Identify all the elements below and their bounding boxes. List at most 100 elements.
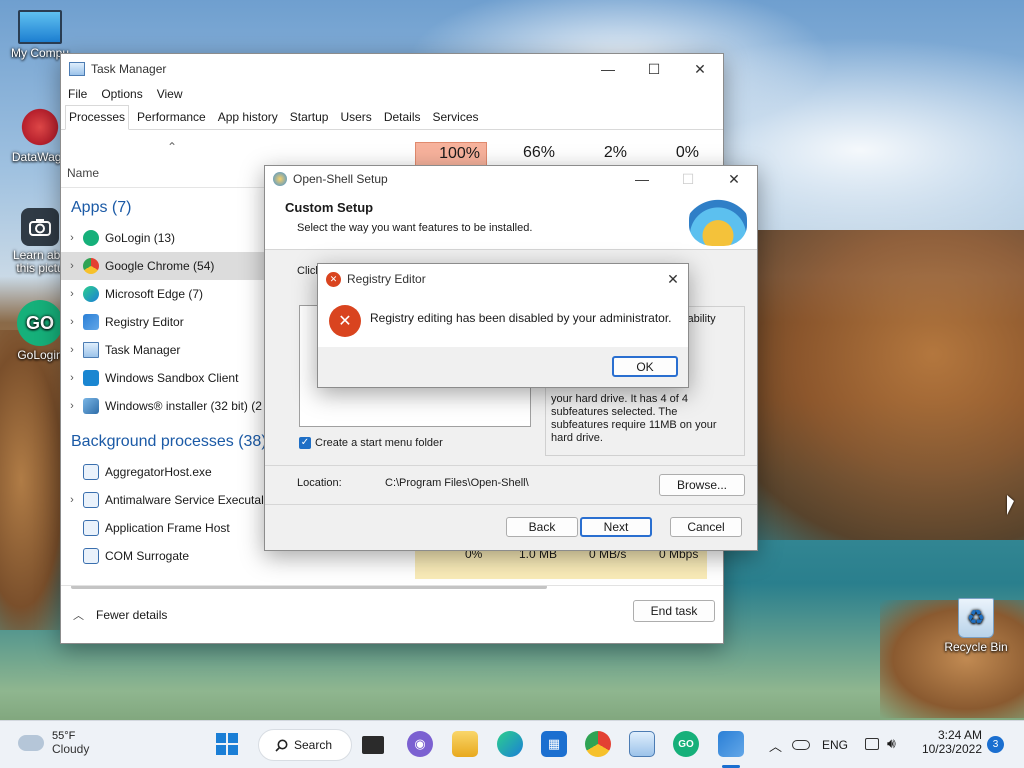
window-title: Task Manager	[91, 62, 167, 76]
expand-chevron-icon[interactable]: ›	[61, 316, 83, 328]
wallpaper-rocks	[720, 230, 1024, 540]
process-row-aggregatorhost[interactable]: AggregatorHost.exe	[61, 458, 271, 486]
registry-editor-icon[interactable]	[718, 731, 744, 757]
expand-chevron-icon[interactable]: ›	[61, 344, 83, 356]
disk-percent[interactable]: 2%	[561, 142, 633, 166]
dialog-message: Registry editing has been disabled by yo…	[370, 311, 672, 325]
camera-icon	[21, 208, 59, 246]
checkbox-checked-icon[interactable]: ✓	[299, 437, 311, 449]
process-row-edge[interactable]: › Microsoft Edge (7)	[61, 280, 271, 308]
tab-strip: Processes Performance App history Startu…	[61, 105, 723, 130]
column-name[interactable]: Name	[67, 166, 99, 180]
separator	[265, 504, 757, 505]
maximize-button[interactable]: ☐	[631, 54, 677, 84]
title-bar[interactable]: ✕ Registry Editor ✕	[318, 264, 688, 294]
sort-chevron-icon[interactable]: ⌃	[167, 140, 177, 154]
gologin-icon[interactable]: GO	[673, 731, 699, 757]
location-value: C:\Program Files\Open-Shell\	[385, 477, 529, 489]
weather-widget[interactable]: 55°F Cloudy	[18, 730, 89, 756]
process-row-task-manager[interactable]: › Task Manager	[61, 336, 271, 364]
datawagon-icon	[19, 106, 61, 148]
start-menu-checkbox[interactable]: ✓ Create a start menu folder	[299, 437, 443, 449]
location-label: Location:	[297, 477, 342, 489]
desktop-icon-recycle-bin[interactable]: ♻ Recycle Bin	[936, 598, 1016, 654]
expand-chevron-icon[interactable]: ›	[61, 372, 83, 384]
next-button[interactable]: Next	[580, 517, 652, 537]
expand-chevron-icon[interactable]: ›	[61, 232, 83, 244]
process-row-registry-editor[interactable]: › Registry Editor	[61, 308, 271, 336]
setup-heading: Custom Setup	[285, 200, 374, 215]
tab-performance[interactable]: Performance	[133, 105, 210, 129]
task-manager-icon	[83, 342, 99, 358]
process-name: Google Chrome (54)	[105, 259, 215, 273]
maximize-button[interactable]: ☐	[665, 166, 711, 192]
start-button[interactable]	[214, 731, 240, 757]
desktop-icon-label: Recycle Bin	[944, 640, 1008, 654]
clock[interactable]: 3:24 AM 10/23/2022	[918, 728, 982, 756]
gologin-icon: GO	[17, 300, 63, 346]
close-button[interactable]: ✕	[677, 54, 723, 84]
memory-percent[interactable]: 66%	[489, 142, 561, 166]
expand-chevron-icon[interactable]: ›	[61, 494, 83, 506]
chevron-up-icon[interactable]: ︿	[769, 736, 782, 755]
menu-file[interactable]: File	[68, 87, 87, 101]
tab-users[interactable]: Users	[336, 105, 375, 129]
error-icon: ✕	[329, 305, 361, 337]
tab-processes[interactable]: Processes	[65, 105, 130, 130]
language-indicator[interactable]: ENG	[822, 738, 848, 752]
file-explorer-icon[interactable]	[452, 731, 478, 757]
end-task-button[interactable]: End task	[633, 600, 715, 622]
menu-options[interactable]: Options	[101, 87, 142, 101]
close-button[interactable]: ✕	[658, 264, 688, 294]
search-icon	[275, 739, 288, 752]
menu-view[interactable]: View	[157, 87, 183, 101]
task-view-icon[interactable]	[362, 736, 384, 754]
process-row-gologin[interactable]: › GoLogin (13)	[61, 224, 271, 252]
fewer-details-link[interactable]: Fewer details	[96, 608, 167, 622]
microsoft-store-icon[interactable]: ▦	[541, 731, 567, 757]
tab-app-history[interactable]: App history	[214, 105, 282, 129]
close-button[interactable]: ✕	[711, 166, 757, 192]
expand-chevron-icon[interactable]: ›	[61, 288, 83, 300]
taskbar-search[interactable]: Search	[258, 729, 352, 761]
teams-chat-icon[interactable]: ◉	[407, 731, 433, 757]
checkbox-label: Create a start menu folder	[315, 437, 443, 449]
process-row-windows-installer[interactable]: › Windows® installer (32 bit) (2	[61, 392, 271, 420]
expand-chevron-icon[interactable]: ›	[61, 260, 83, 272]
back-button[interactable]: Back	[506, 517, 578, 537]
title-bar[interactable]: Open-Shell Setup — ☐ ✕	[265, 166, 757, 192]
task-manager-icon[interactable]	[629, 731, 655, 757]
process-name: COM Surrogate	[105, 549, 190, 563]
chrome-icon[interactable]	[585, 731, 611, 757]
feature-description: your hard drive. It has 4 of 4 subfeatur…	[551, 393, 717, 444]
tab-details[interactable]: Details	[380, 105, 425, 129]
expand-chevron-icon[interactable]: ›	[61, 400, 83, 412]
registry-editor-icon	[83, 314, 99, 330]
browse-button[interactable]: Browse...	[659, 474, 745, 496]
registry-editor-dialog[interactable]: ✕ Registry Editor ✕ ✕ Registry editing h…	[317, 263, 689, 388]
tab-startup[interactable]: Startup	[286, 105, 333, 129]
onedrive-cloud-icon[interactable]	[792, 740, 810, 750]
tab-services[interactable]: Services	[429, 105, 483, 129]
notification-badge[interactable]: 3	[987, 736, 1004, 753]
edge-icon[interactable]	[497, 731, 523, 757]
cancel-button[interactable]: Cancel	[670, 517, 742, 537]
cpu-percent[interactable]: 100%	[415, 142, 487, 166]
chevron-up-icon[interactable]: ︿	[73, 607, 84, 623]
minimize-button[interactable]: —	[619, 166, 665, 192]
network-percent[interactable]: 0%	[633, 142, 705, 166]
title-bar[interactable]: Task Manager — ☐ ✕	[61, 54, 723, 84]
process-row-windows-sandbox[interactable]: › Windows Sandbox Client	[61, 364, 271, 392]
process-name: Task Manager	[105, 343, 181, 357]
mouse-cursor-icon	[1007, 495, 1014, 515]
process-row-application-frame-host[interactable]: Application Frame Host	[61, 514, 271, 542]
process-row-google-chrome[interactable]: › Google Chrome (54)	[61, 252, 265, 280]
network-icon[interactable]	[865, 738, 879, 750]
monitor-icon	[18, 10, 62, 44]
dialog-footer: OK	[318, 347, 688, 387]
volume-icon[interactable]: 🔊︎	[887, 735, 896, 752]
ok-button[interactable]: OK	[612, 356, 678, 377]
process-row-antimalware[interactable]: › Antimalware Service Executal	[61, 486, 271, 514]
process-row-com-surrogate[interactable]: COM Surrogate	[61, 542, 271, 570]
minimize-button[interactable]: —	[585, 54, 631, 84]
